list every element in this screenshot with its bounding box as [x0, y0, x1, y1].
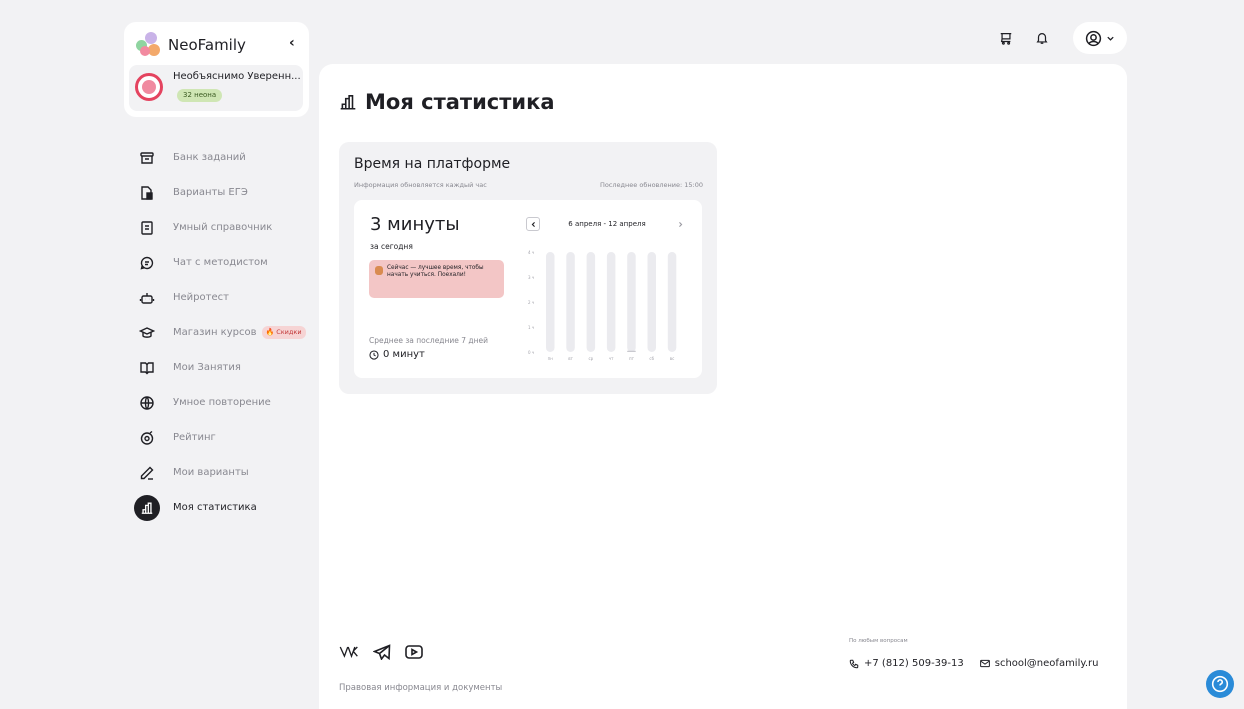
x-tick-label: вс [670, 356, 675, 361]
user-name: Необъяснимо Уверенн... [173, 71, 301, 82]
chevron-right-icon [679, 221, 683, 227]
prev-week-button[interactable] [526, 217, 540, 231]
user-info[interactable]: Необъяснимо Уверенн... 32 неона [129, 65, 303, 111]
average-label: Среднее за последние 7 дней [369, 336, 489, 345]
main-content: Моя статистика Время на платформе Информ… [319, 64, 1127, 709]
page-title: Моя статистика [365, 90, 555, 114]
clock-icon [369, 349, 379, 360]
today-time-value: 3 минуты [370, 214, 460, 235]
documents-icon [134, 180, 160, 206]
average-value: 0 минут [383, 349, 425, 360]
collapse-sidebar-button[interactable]: ‹ [289, 35, 295, 51]
student-emoji-icon [375, 266, 383, 275]
chevron-left-icon [531, 221, 535, 227]
sidebar-item-course-shop[interactable]: Магазин курсов 🔥 Скидки [134, 315, 314, 350]
x-tick-label: пт [629, 356, 635, 361]
neofamily-logo-icon [136, 32, 162, 58]
handbook-icon [134, 215, 160, 241]
bar-track [586, 252, 596, 352]
email-link[interactable]: school@neofamily.ru [979, 658, 1099, 669]
user-circle-icon [1085, 30, 1102, 47]
sidebar-item-my-variants[interactable]: Мои варианты [134, 455, 314, 490]
archive-icon [134, 145, 160, 171]
legal-info-link[interactable]: Правовая информация и документы [339, 683, 502, 693]
help-button[interactable] [1206, 670, 1234, 698]
x-tick-label: сб [649, 356, 654, 361]
today-label: за сегодня [370, 242, 413, 251]
bar-track [606, 252, 616, 352]
sidebar-item-smart-handbook[interactable]: Умный справочник [134, 210, 314, 245]
globe-icon [134, 390, 160, 416]
profile-card: NeoFamily ‹ Необъяснимо Уверенн... 32 не… [124, 22, 309, 117]
sidebar-item-rating[interactable]: Рейтинг [134, 420, 314, 455]
chat-icon [134, 250, 160, 276]
brand-name: NeoFamily [168, 36, 246, 54]
phone-link[interactable]: +7 (812) 509-39-13 [849, 658, 964, 669]
sidebar-item-my-lessons[interactable]: Мои Занятия [134, 350, 314, 385]
robot-icon [134, 285, 160, 311]
youtube-icon[interactable] [405, 645, 423, 659]
bar-track [667, 252, 677, 352]
target-icon [134, 425, 160, 451]
next-week-button[interactable] [674, 217, 688, 231]
platform-time-card: Время на платформе Информация обновляетс… [339, 142, 717, 394]
stats-icon [339, 93, 357, 111]
sidebar-item-methodist-chat[interactable]: Чат с методистом [134, 245, 314, 280]
time-summary: 3 минуты за сегодня Сейчас — лучшее врем… [354, 200, 702, 378]
x-tick-label: вт [568, 356, 573, 361]
week-range: 6 апреля - 12 апреля [568, 220, 646, 228]
average-value-row: 0 минут [369, 349, 425, 360]
social-links [339, 644, 423, 660]
fire-icon: 🔥 [265, 328, 275, 336]
contact-caption: По любым вопросам [849, 638, 908, 644]
book-icon [134, 355, 160, 381]
last-update: Последнее обновление: 15:00 [599, 181, 703, 189]
graduation-cap-icon [134, 320, 160, 346]
bar-track [566, 252, 575, 352]
vk-icon[interactable] [339, 645, 359, 659]
help-icon [1211, 675, 1229, 693]
x-tick-label: ср [588, 356, 593, 361]
header-actions [995, 22, 1127, 54]
sidebar-item-my-stats[interactable]: Моя статистика [134, 490, 314, 525]
cart-icon[interactable] [995, 27, 1017, 49]
x-tick-label: пн [548, 356, 554, 361]
sidebar-nav: Банк заданий Варианты ЕГЭ Умный справочн… [134, 140, 314, 525]
mail-icon [979, 659, 990, 668]
sidebar-item-smart-repeat[interactable]: Умное повторение [134, 385, 314, 420]
sidebar-item-ege-variants[interactable]: Варианты ЕГЭ [134, 175, 314, 210]
bar-value [627, 350, 636, 352]
y-tick-label: 1 ч [528, 325, 534, 330]
weekly-time-chart: 4 ч 3 ч 2 ч 1 ч 0 ч пн вт ср чт пт сб вс [526, 246, 688, 374]
contacts: +7 (812) 509-39-13 school@neofamily.ru [849, 658, 1099, 669]
y-tick-label: 4 ч [528, 250, 534, 255]
bar-track [627, 252, 636, 352]
stats-icon [134, 494, 160, 521]
y-tick-label: 2 ч [528, 300, 534, 305]
avatar [135, 73, 163, 101]
sale-badge: 🔥 Скидки [261, 326, 306, 339]
pencil-icon [134, 460, 160, 486]
profile-menu-button[interactable] [1073, 22, 1127, 54]
bar-track [546, 252, 555, 352]
neon-balance-badge: 32 неона [177, 89, 223, 102]
week-navigator: 6 апреля - 12 апреля [526, 216, 688, 232]
chevron-down-icon [1106, 34, 1115, 43]
bar-track [647, 252, 656, 352]
phone-icon [849, 659, 859, 669]
motivation-tip: Сейчас — лучшее время, чтобы начать учит… [369, 260, 504, 298]
y-tick-label: 3 ч [528, 275, 534, 280]
x-tick-label: чт [609, 356, 614, 361]
card-title: Время на платформе [354, 156, 511, 172]
sidebar-item-neurotest[interactable]: Нейротест [134, 280, 314, 315]
page-header: Моя статистика [339, 90, 555, 114]
logo[interactable]: NeoFamily [136, 32, 246, 58]
card-subtitle: Информация обновляется каждый час [354, 181, 487, 189]
bell-icon[interactable] [1031, 27, 1053, 49]
sidebar-item-task-bank[interactable]: Банк заданий [134, 140, 314, 175]
y-tick-label: 0 ч [528, 350, 534, 355]
telegram-icon[interactable] [373, 644, 391, 660]
